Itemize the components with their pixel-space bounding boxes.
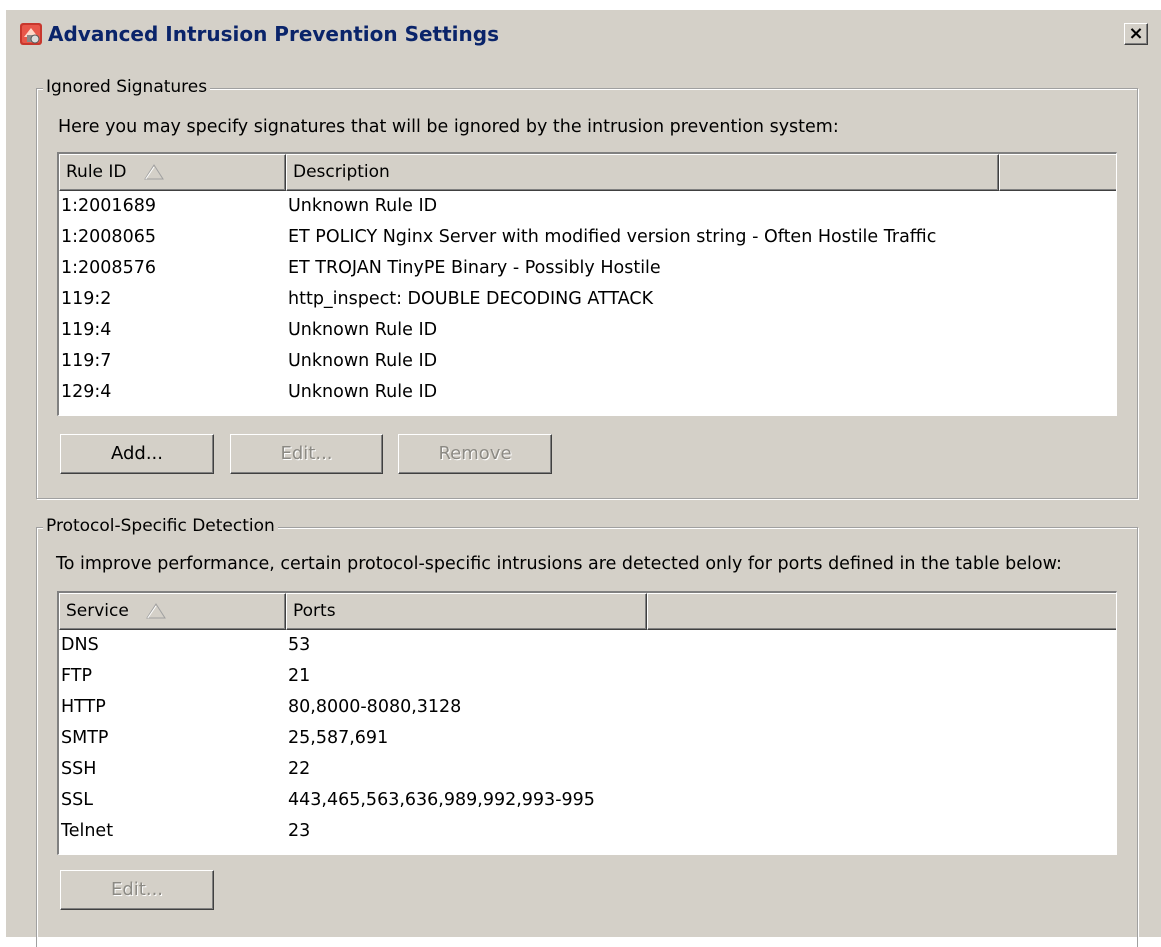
- rule-id-cell: 1:2008065: [61, 227, 156, 247]
- ports-cell: 53: [288, 635, 311, 655]
- column-label: Rule ID: [66, 162, 127, 182]
- column-header-rule-id[interactable]: Rule ID: [59, 154, 286, 191]
- service-cell: DNS: [61, 635, 99, 655]
- service-cell: SSH: [61, 759, 97, 779]
- column-label: Description: [293, 162, 390, 182]
- ports-cell: 443,465,563,636,989,992,993-995: [288, 790, 595, 810]
- rule-id-cell: 129:4: [61, 382, 112, 402]
- table-row[interactable]: 119:7 Unknown Rule ID: [59, 346, 1116, 377]
- column-header-description[interactable]: Description: [286, 154, 999, 191]
- protocol-detection-description: To improve performance, certain protocol…: [56, 554, 1062, 574]
- service-cell: HTTP: [61, 697, 106, 717]
- ignored-signatures-legend: Ignored Signatures: [43, 77, 211, 97]
- rule-id-cell: 1:2001689: [61, 196, 156, 216]
- close-button[interactable]: ×: [1124, 23, 1148, 45]
- edit-signature-button[interactable]: Edit...: [230, 434, 383, 474]
- table-row[interactable]: 129:4 Unknown Rule ID: [59, 377, 1116, 408]
- list-body: DNS 53 FTP 21 HTTP 80,8000-8080,3128 SMT…: [59, 630, 1116, 854]
- ports-cell: 80,8000-8080,3128: [288, 697, 462, 717]
- table-row[interactable]: 119:2 http_inspect: DOUBLE DECODING ATTA…: [59, 284, 1116, 315]
- title-bar[interactable]: Advanced Intrusion Prevention Settings ×: [6, 10, 1161, 56]
- table-row[interactable]: Telnet 23: [59, 816, 1116, 847]
- service-cell: Telnet: [61, 821, 114, 841]
- description-cell: ET POLICY Nginx Server with modified ver…: [288, 227, 937, 247]
- rule-id-cell: 119:4: [61, 320, 112, 340]
- ports-cell: 23: [288, 821, 311, 841]
- table-row[interactable]: 1:2008065 ET POLICY Nginx Server with mo…: [59, 222, 1116, 253]
- description-cell: Unknown Rule ID: [288, 320, 438, 340]
- ports-cell: 25,587,691: [288, 728, 389, 748]
- table-row[interactable]: 1:2008576 ET TROJAN TinyPE Binary - Poss…: [59, 253, 1116, 284]
- table-row[interactable]: HTTP 80,8000-8080,3128: [59, 692, 1116, 723]
- column-header-service[interactable]: Service: [59, 593, 286, 630]
- ignored-signatures-list[interactable]: Rule ID Description 1:2001689 Unknown Ru…: [57, 152, 1117, 416]
- service-cell: SMTP: [61, 728, 109, 748]
- dialog-window: Advanced Intrusion Prevention Settings ×…: [6, 10, 1161, 947]
- column-header-filler: [647, 593, 1116, 630]
- column-header-ports[interactable]: Ports: [286, 593, 647, 630]
- ignored-signatures-description: Here you may specify signatures that wil…: [58, 117, 839, 137]
- rule-id-cell: 119:2: [61, 289, 112, 309]
- table-row[interactable]: SMTP 25,587,691: [59, 723, 1116, 754]
- description-cell: Unknown Rule ID: [288, 382, 438, 402]
- sort-ascending-icon: [144, 164, 164, 180]
- column-label: Service: [66, 601, 129, 621]
- sort-ascending-icon: [146, 603, 167, 619]
- rule-id-cell: 119:7: [61, 351, 112, 371]
- table-row[interactable]: 119:4 Unknown Rule ID: [59, 315, 1116, 346]
- service-cell: FTP: [61, 666, 93, 686]
- window-title: Advanced Intrusion Prevention Settings: [48, 22, 499, 46]
- table-row[interactable]: 1:2001689 Unknown Rule ID: [59, 191, 1116, 222]
- ports-cell: 22: [288, 759, 311, 779]
- table-row[interactable]: DNS 53: [59, 630, 1116, 661]
- list-header: Service Ports: [59, 593, 1116, 630]
- table-row[interactable]: FTP 21: [59, 661, 1116, 692]
- column-label: Ports: [293, 601, 336, 621]
- list-header: Rule ID Description: [59, 154, 1116, 191]
- description-cell: Unknown Rule ID: [288, 196, 438, 216]
- description-cell: http_inspect: DOUBLE DECODING ATTACK: [288, 289, 654, 309]
- list-body: 1:2001689 Unknown Rule ID 1:2008065 ET P…: [59, 191, 1116, 415]
- protocol-detection-legend: Protocol-Specific Detection: [43, 516, 278, 536]
- add-signature-button[interactable]: Add...: [60, 434, 214, 474]
- firewall-app-icon: [20, 23, 42, 45]
- description-cell: ET TROJAN TinyPE Binary - Possibly Hosti…: [288, 258, 661, 278]
- remove-signature-button[interactable]: Remove: [398, 434, 552, 474]
- protocol-ports-list[interactable]: Service Ports DNS 53 FTP 21 HTTP 80,8000…: [57, 591, 1117, 855]
- ports-cell: 21: [288, 666, 311, 686]
- column-header-filler: [999, 154, 1116, 191]
- description-cell: Unknown Rule ID: [288, 351, 438, 371]
- edit-ports-button[interactable]: Edit...: [60, 870, 214, 910]
- table-row[interactable]: SSL 443,465,563,636,989,992,993-995: [59, 785, 1116, 816]
- table-row[interactable]: SSH 22: [59, 754, 1116, 785]
- rule-id-cell: 1:2008576: [61, 258, 156, 278]
- service-cell: SSL: [61, 790, 93, 810]
